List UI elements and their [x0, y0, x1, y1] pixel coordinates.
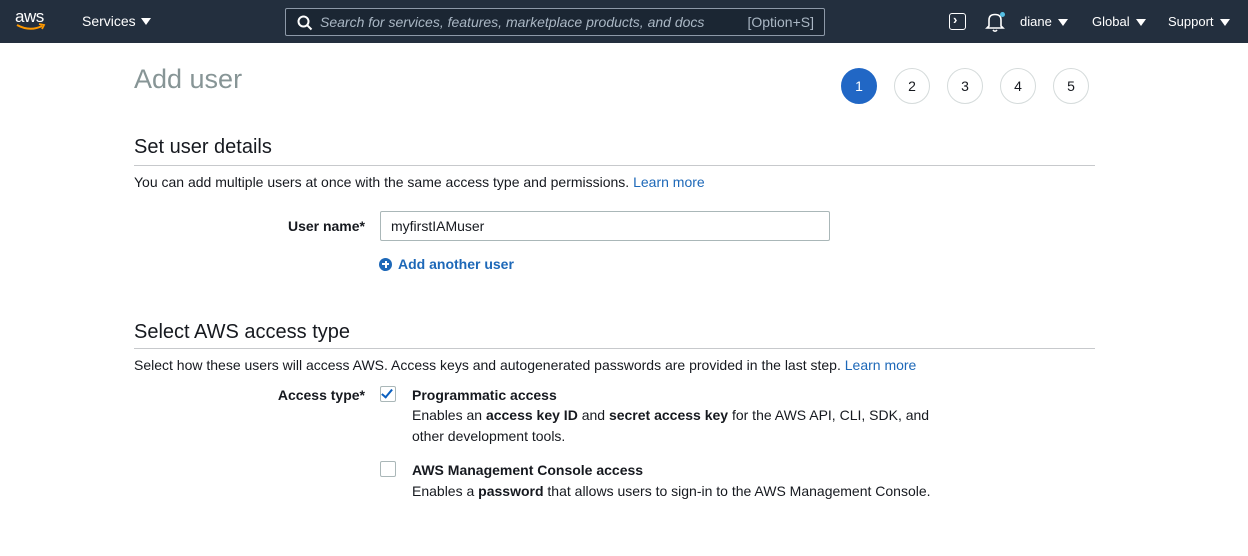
chevron-down-icon — [140, 18, 151, 25]
search-icon — [297, 15, 313, 31]
details-description: You can add multiple users at once with … — [134, 174, 705, 190]
programmatic-access-description: Enables an access key ID and secret acce… — [412, 405, 929, 447]
chevron-down-icon — [1219, 18, 1230, 26]
support-label: Support — [1168, 14, 1214, 29]
chevron-down-icon — [1135, 18, 1146, 26]
search-box[interactable]: [Option+S] — [285, 8, 825, 36]
search-input[interactable] — [320, 9, 740, 35]
programmatic-access-checkbox[interactable] — [380, 386, 396, 402]
divider — [134, 165, 1095, 166]
aws-smile-icon — [16, 23, 46, 30]
console-access-checkbox[interactable] — [380, 461, 396, 477]
step-1[interactable]: 1 — [841, 68, 877, 104]
programmatic-access-label: Programmatic access — [412, 387, 557, 403]
region-label: Global — [1092, 14, 1130, 29]
checkmark-icon — [381, 386, 393, 399]
support-menu[interactable]: Support — [1168, 14, 1230, 29]
cloudshell-icon[interactable]: › — [949, 12, 966, 30]
services-menu[interactable]: Services — [82, 13, 151, 29]
step-2[interactable]: 2 — [894, 68, 930, 104]
console-access-label: AWS Management Console access — [412, 462, 644, 478]
divider — [134, 348, 1095, 349]
user-menu[interactable]: diane — [1020, 14, 1068, 29]
desc-text: and — [577, 407, 609, 423]
set-user-details-heading: Set user details — [134, 136, 272, 158]
access-description: Select how these users will access AWS. … — [134, 357, 916, 373]
wizard-steps: 1 2 3 4 5 — [841, 68, 1089, 104]
region-menu[interactable]: Global — [1092, 14, 1146, 29]
aws-logo[interactable]: aws — [14, 8, 50, 34]
step-4[interactable]: 4 — [1000, 68, 1036, 104]
services-label: Services — [82, 13, 136, 29]
access-type-label: Access type* — [277, 387, 365, 403]
access-type-heading: Select AWS access type — [134, 321, 351, 343]
username-label: User name* — [287, 218, 365, 234]
access-description-text: Select how these users will access AWS. … — [134, 357, 841, 373]
search-shortcut: [Option+S] — [747, 14, 814, 30]
desc-text: that allows users to sign-in to the AWS … — [543, 483, 931, 499]
username-input[interactable] — [380, 211, 830, 241]
desc-text: Enables an — [412, 407, 486, 423]
desc-bold: access key ID — [485, 407, 578, 423]
desc-text: for the AWS API, CLI, SDK, and — [728, 407, 930, 423]
add-another-user-button[interactable]: Add another user — [379, 256, 514, 272]
desc-text: other development tools. — [412, 428, 566, 444]
user-label: diane — [1020, 14, 1052, 29]
desc-bold: secret access key — [608, 407, 729, 423]
chevron-down-icon — [1057, 18, 1068, 26]
step-5[interactable]: 5 — [1053, 68, 1089, 104]
page-title: Add user — [134, 64, 243, 94]
top-nav-bar: aws Services [Option+S] › diane Global S… — [0, 0, 1248, 43]
notification-indicator — [1000, 12, 1005, 17]
step-3[interactable]: 3 — [947, 68, 983, 104]
learn-more-link[interactable]: Learn more — [633, 174, 705, 190]
learn-more-link[interactable]: Learn more — [845, 357, 917, 373]
console-access-description: Enables a password that allows users to … — [412, 481, 931, 502]
details-description-text: You can add multiple users at once with … — [134, 174, 630, 190]
desc-text: Enables a — [412, 483, 479, 499]
plus-circle-icon — [379, 257, 392, 271]
desc-bold: password — [478, 483, 544, 499]
add-another-user-label: Add another user — [398, 256, 514, 272]
